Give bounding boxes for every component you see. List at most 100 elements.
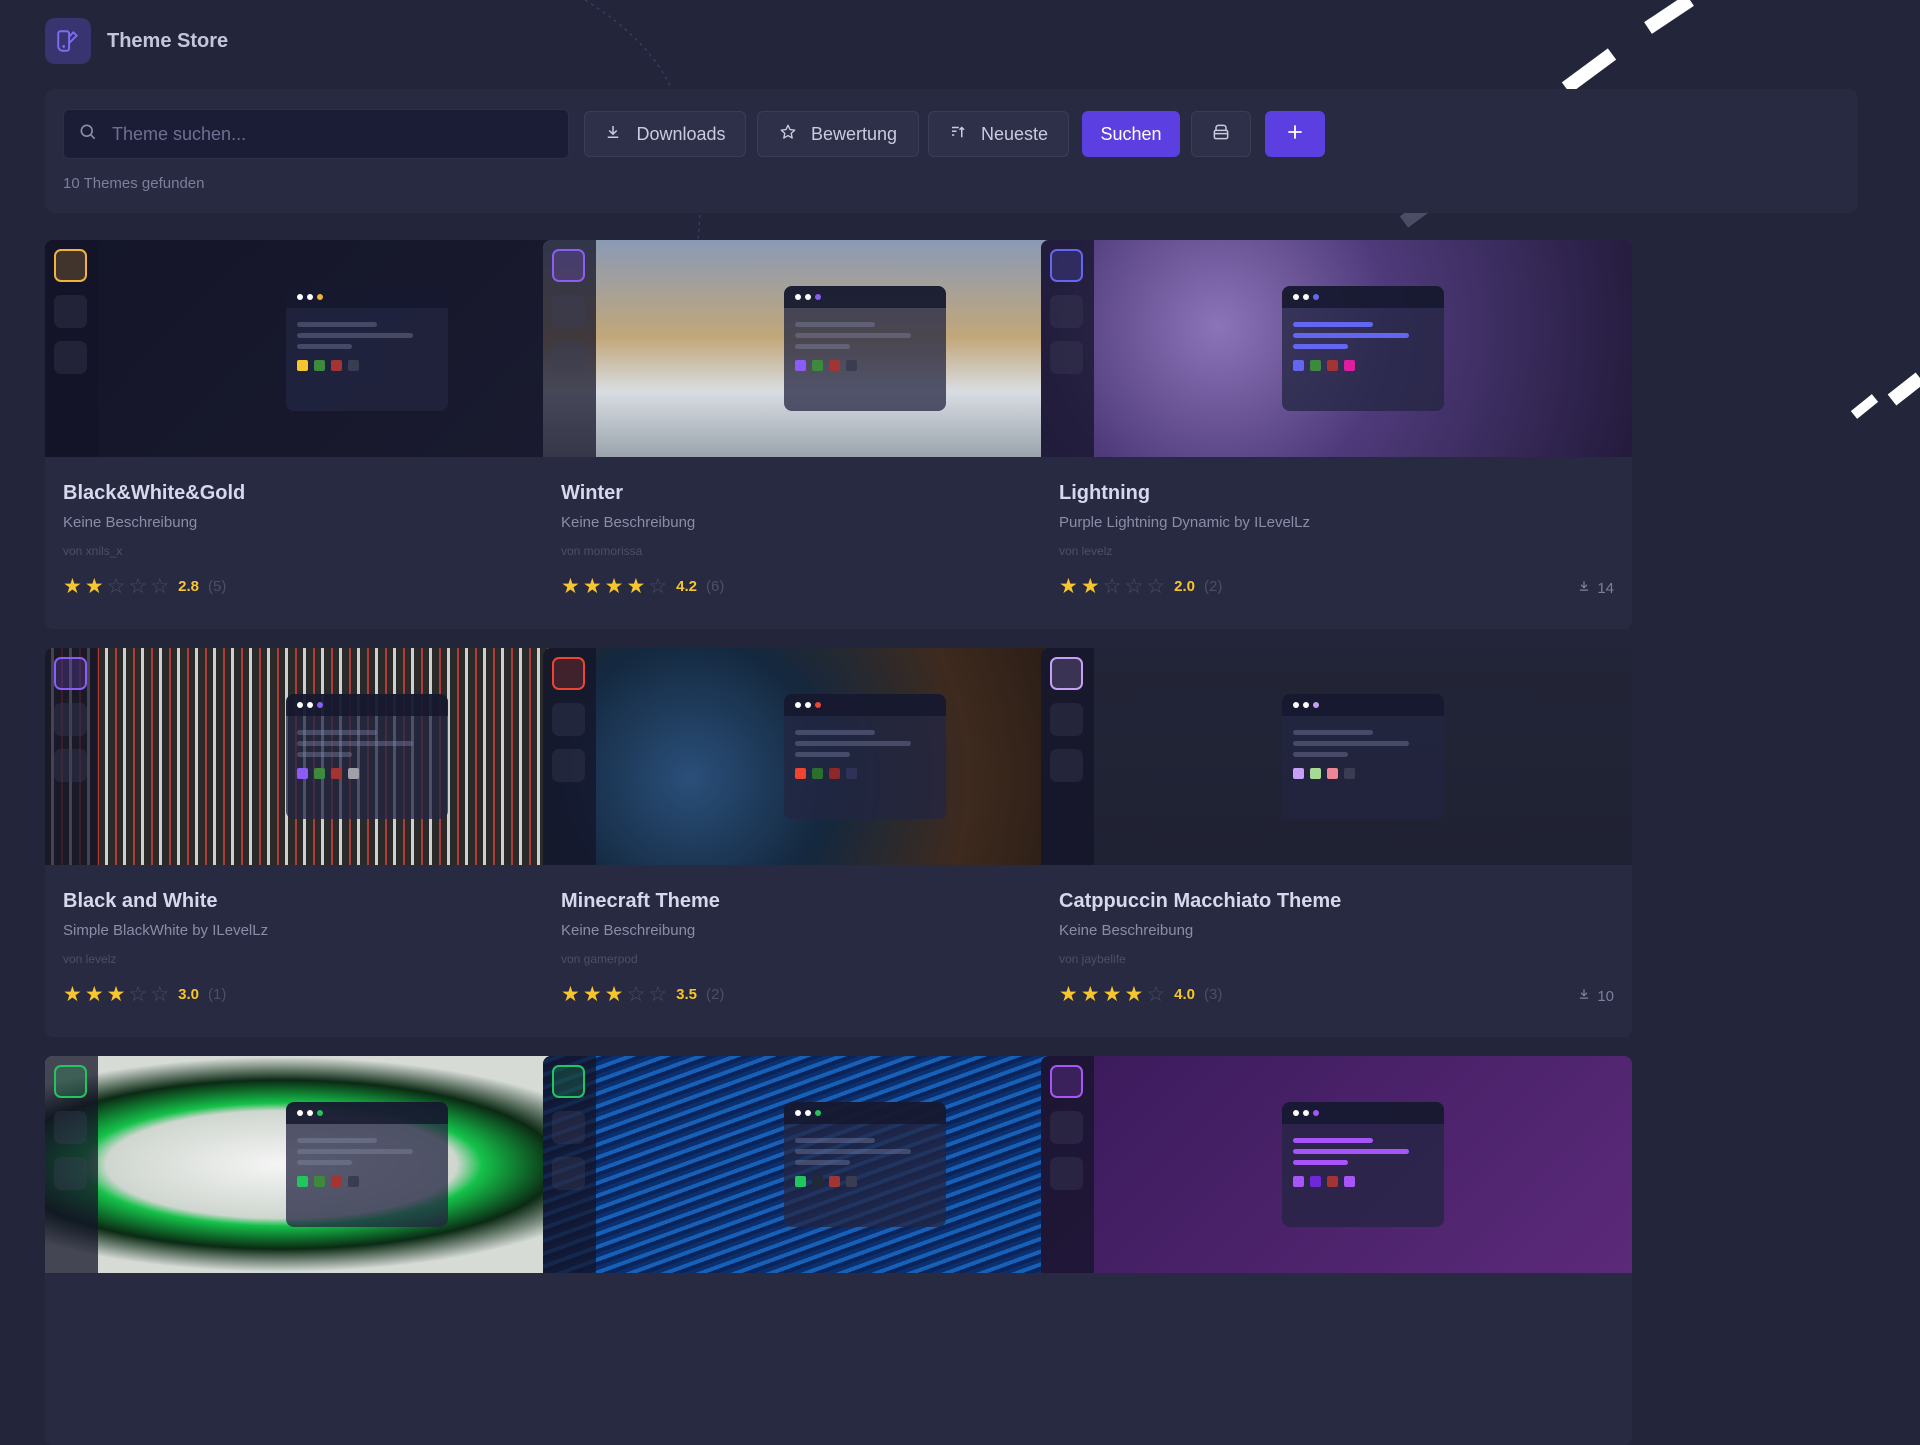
rating-star-icon: ☆ [128, 575, 148, 598]
preview-sidebar-slot [552, 749, 585, 782]
sort-newest-button[interactable]: Neueste [928, 111, 1069, 157]
preview-color-swatch [1293, 1176, 1304, 1187]
preview-window-titlebar [286, 694, 448, 716]
preview-color-swatch [1293, 768, 1304, 779]
sort-rating-button[interactable]: Bewertung [757, 111, 919, 157]
preview-window [784, 694, 946, 819]
rating-star-icon: ★ [1059, 983, 1078, 1006]
preview-window-line [1293, 1149, 1409, 1154]
preview-color-swatch [829, 360, 840, 371]
preview-color-swatch [348, 1176, 359, 1187]
preview-window-dot [297, 294, 303, 300]
star-icon [779, 123, 797, 146]
theme-preview[interactable] [1041, 648, 1632, 865]
preview-sidebar-slot [552, 703, 585, 736]
preview-window-dot [795, 1110, 801, 1116]
preview-accent-swatch [1050, 657, 1083, 690]
preview-window-line [795, 344, 850, 349]
rating-value: 2.0 [1174, 578, 1195, 595]
preview-color-swatch [846, 360, 857, 371]
preview-sidebar [45, 1056, 98, 1273]
preview-window-dot [1313, 702, 1319, 708]
preview-window-line [795, 1160, 850, 1165]
preview-sidebar [543, 648, 596, 865]
theme-author: von levelz [63, 952, 117, 966]
preview-window-line [795, 741, 911, 746]
preview-window-dot [1303, 294, 1309, 300]
app-header: Theme Store [45, 18, 228, 64]
preview-window-dot [1293, 294, 1299, 300]
sort-downloads-button[interactable]: Downloads [584, 111, 746, 157]
app-title: Theme Store [107, 29, 229, 52]
preview-window-dot [1313, 1110, 1319, 1116]
preview-color-swatch [297, 360, 308, 371]
theme-card[interactable]: Lightning Purple Lightning Dynamic by ILe… [1041, 240, 1632, 629]
theme-card[interactable]: Catppuccin Macchiato Theme Keine Beschrei… [1041, 648, 1632, 1037]
rating-star-icon: ★ [561, 575, 580, 598]
preview-window-dot [805, 294, 811, 300]
search-field[interactable] [63, 109, 569, 159]
theme-preview[interactable] [1041, 1056, 1632, 1273]
theme-preview[interactable] [1041, 240, 1632, 457]
preview-window-dot [307, 1110, 313, 1116]
theme-author: von gamerpod [561, 952, 638, 966]
preview-window-line [297, 322, 377, 327]
preview-window-dot [795, 294, 801, 300]
rating-star-icon: ★ [561, 983, 580, 1006]
preview-sidebar-slot [1050, 341, 1083, 374]
theme-rating: ★ ★ ☆ ☆ ☆ 2.8 (5) [63, 576, 226, 597]
preview-window-dot [1303, 702, 1309, 708]
preview-window [1282, 1102, 1444, 1227]
preview-window-dot [815, 702, 821, 708]
rating-count: (3) [1204, 986, 1223, 1003]
preview-color-swatch [812, 360, 823, 371]
preview-color-swatch [1310, 360, 1321, 371]
preview-window-line [1293, 322, 1373, 327]
theme-author: von levelz [1059, 544, 1113, 558]
search-input[interactable] [110, 122, 554, 146]
rating-star-icon: ★ [84, 575, 104, 598]
preview-window-line [1293, 741, 1409, 746]
preview-sidebar-slot [54, 1111, 87, 1144]
preview-window-dot [317, 702, 323, 708]
theme-description: Keine Beschreibung [1059, 922, 1194, 939]
preview-window-titlebar [1282, 694, 1444, 716]
preview-accent-swatch [54, 657, 87, 690]
add-theme-button[interactable] [1265, 111, 1325, 157]
preview-sidebar [1041, 648, 1094, 865]
preview-window-dot [307, 294, 313, 300]
rating-star-icon: ★ [63, 575, 82, 598]
theme-title: Black&White&Gold [63, 482, 246, 504]
preview-color-swatch [1344, 768, 1355, 779]
preview-sidebar-slot [54, 1157, 87, 1190]
preview-window-titlebar [784, 286, 946, 308]
theme-description: Simple BlackWhite by ILevelLz [63, 922, 269, 939]
preview-color-swatch [829, 768, 840, 779]
preview-color-swatch [846, 768, 857, 779]
preview-window-line [1293, 752, 1348, 757]
rating-star-icon: ★ [1080, 983, 1100, 1006]
download-icon [1577, 579, 1591, 597]
download-icon [604, 123, 622, 146]
rating-star-icon: ☆ [1146, 575, 1166, 598]
preview-color-swatch [297, 1176, 308, 1187]
search-toolbar: Downloads Bewertung Neueste Suchen 10 Th… [45, 89, 1858, 213]
preview-window-line [795, 322, 875, 327]
preview-accent-swatch [54, 249, 87, 282]
theme-card[interactable] [1041, 1056, 1632, 1445]
storage-button[interactable] [1191, 111, 1251, 157]
rating-star-icon: ☆ [128, 983, 148, 1006]
preview-accent-swatch [552, 657, 585, 690]
preview-window [1282, 286, 1444, 411]
rating-star-icon: ★ [63, 983, 82, 1006]
rating-star-icon: ★ [1102, 983, 1122, 1006]
preview-color-swatch [314, 360, 325, 371]
rating-count: (5) [208, 578, 227, 595]
rating-value: 3.0 [178, 986, 199, 1003]
rating-count: (2) [1204, 578, 1223, 595]
search-submit-button[interactable]: Suchen [1082, 111, 1180, 157]
preview-window-line [795, 1149, 911, 1154]
preview-window-line [297, 333, 413, 338]
preview-sidebar-slot [552, 1111, 585, 1144]
theme-title: Catppuccin Macchiato Theme [1059, 890, 1342, 912]
